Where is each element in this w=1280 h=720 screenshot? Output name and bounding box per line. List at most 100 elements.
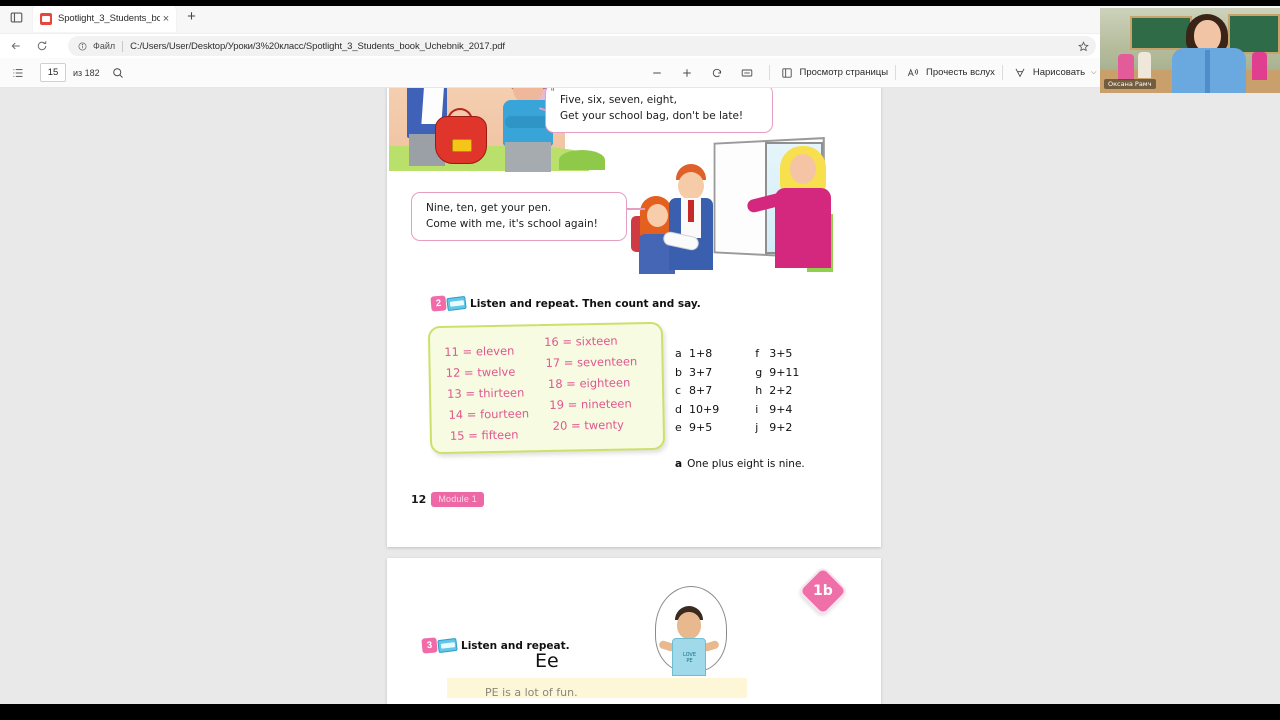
new-tab-button[interactable]: + [183,9,200,26]
sums-block: a 1+8 b 3+7 c 8+7 d 10+9 e 9+5 f 3+5 g 9+11 h 2+… [675,345,835,438]
rotate-icon[interactable] [707,63,727,83]
speech-bubble-2: Nine, ten, get your pen. Come with me, i… [411,192,627,241]
sum-expression: 2+2 [769,384,793,397]
cassette-icon [446,295,467,312]
phonics-letter: Ee [535,650,559,672]
exercise-2-title: Listen and repeat. Then count and say. [470,297,701,310]
browser-chrome: Spotlight_3_Students_book_Uch·· × + [0,0,1280,88]
page-view-label: Просмотр страницы [799,67,889,78]
example-text: One plus eight is nine. [687,458,805,470]
favorite-star-icon[interactable] [1076,39,1090,53]
sum-letter: f [755,347,760,360]
numbers-column-left: 11 = eleven 12 = twelve 13 = thirteen 14… [444,340,530,447]
letterbox-bottom [0,704,1280,720]
sum-item: a 1+8 [675,345,719,364]
jumping-boy-face [677,612,701,639]
example-answer: a One plus eight is nine. [675,458,805,470]
zoom-out-icon[interactable] [647,63,667,83]
back-arrow-icon[interactable] [5,35,27,57]
webcam-overlay[interactable]: Оксана Рамч [1100,8,1280,93]
sum-letter: d [675,402,682,416]
unit-badge-label: 1b [813,582,833,599]
sum-letter: j [755,421,759,434]
sum-letter: i [755,402,759,416]
module-tag: Module 1 [431,492,484,507]
chevron-down-icon[interactable]: ⌵ [1091,69,1096,77]
read-aloud-label: Прочесть вслух [926,67,995,78]
sum-letter: e [675,421,682,434]
sum-expression: 1+8 [689,347,713,360]
bubble-2-line-1: Nine, ten, get your pen. [426,202,552,214]
red-schoolbag [435,116,487,164]
search-icon[interactable] [108,63,128,83]
sums-column-right: f 3+5 g 9+11 h 2+2 i 9+4 j 9+2 [755,345,799,438]
tshirt-text: LOVE PE [679,652,700,664]
browser-tab[interactable]: Spotlight_3_Students_book_Uch·· × [33,5,176,32]
url-text: C:/Users/User/Desktop/Уроки/3%20класс/Sp… [130,40,505,52]
boy-tie [688,200,694,222]
pdf-toolbar: 15 из 182 Просмотр страницы Прочесть всл… [0,58,1280,88]
unit-badge: 1b [797,565,849,617]
info-circle-icon[interactable] [76,40,89,53]
sum-letter: a [675,347,682,360]
quote-mark: “ [551,88,555,98]
sums-column-left: a 1+8 b 3+7 c 8+7 d 10+9 e 9+5 [675,345,719,438]
exercise-2-heading: 2 Listen and repeat. Then count and say. [430,295,701,312]
address-bar[interactable]: Файл C:/Users/User/Desktop/Уроки/3%20кла… [68,36,1096,56]
sum-letter: g [755,365,763,379]
number-item: 13 = thirteen [446,385,525,401]
number-item: 14 = fourteen [448,406,530,422]
tab-search-icon[interactable] [8,9,25,25]
sum-expression: 10+9 [689,402,720,416]
numbers-column-right: 16 = sixteen 17 = seventeen 18 = eightee… [544,330,638,437]
number-item: 18 = eighteen [547,375,631,391]
reload-icon[interactable] [31,35,53,57]
sum-item: f 3+5 [755,345,799,364]
number-item: 11 = eleven [444,343,515,359]
thumbnail-panel-icon[interactable] [8,63,28,83]
sum-expression: 9+2 [769,421,793,434]
sum-expression: 3+7 [689,365,713,379]
page-view-button[interactable]: Просмотр страницы [777,62,889,84]
kid-b-skirt [505,142,551,172]
chalkboard-left [1130,16,1192,50]
student-3 [1138,52,1151,78]
sum-item: j 9+2 [755,419,799,438]
tshirt-line-2: PE [686,658,693,664]
pen-icon [1010,63,1030,83]
read-aloud-button[interactable]: Прочесть вслух [903,62,995,84]
close-icon[interactable]: × [160,13,172,25]
girl-face [647,204,668,227]
number-item: 15 = fifteen [449,427,519,443]
grass-tuft [559,150,605,170]
speech-bubble-1: “ Five, six, seven, eight, Get your scho… [545,88,773,133]
pdf-viewport[interactable]: “ Five, six, seven, eight, Get your scho… [0,88,1280,720]
omnibox-divider [122,40,124,52]
tab-title: Spotlight_3_Students_book_Uch·· [58,13,160,24]
example-letter: a [675,458,683,470]
bubble-1-line-1: Five, six, seven, eight, [560,94,677,106]
teacher-face [790,154,816,184]
student-2 [1252,52,1267,80]
page-number-input[interactable]: 15 [40,63,66,82]
fit-page-icon[interactable] [737,63,757,83]
number-item: 12 = twelve [445,364,516,380]
student-1 [1118,54,1134,80]
letterbox-top [0,0,1280,6]
page-footer: 12 Module 1 [411,492,484,507]
screen-root: Spotlight_3_Students_book_Uch·· × + [0,0,1280,720]
page-folio: 12 [411,493,427,506]
speaker-shirt-placket [1205,50,1210,93]
draw-button[interactable]: Нарисовать ⌵ [1010,62,1096,84]
bubble-2-line-2: Come with me, it's school again! [426,218,598,230]
draw-label: Нарисовать [1032,67,1086,78]
sum-expression: 8+7 [689,384,713,397]
number-item: 19 = nineteen [549,396,632,412]
sum-item: d 10+9 [675,401,719,420]
numbers-note-box: 11 = eleven 12 = twelve 13 = thirteen 14… [427,321,666,455]
zoom-in-icon[interactable] [677,63,697,83]
exercise-2-number: 2 [430,295,447,312]
exercise-3-number: 3 [421,637,438,654]
sum-item: b 3+7 [675,364,719,383]
page-view-icon [777,63,797,83]
